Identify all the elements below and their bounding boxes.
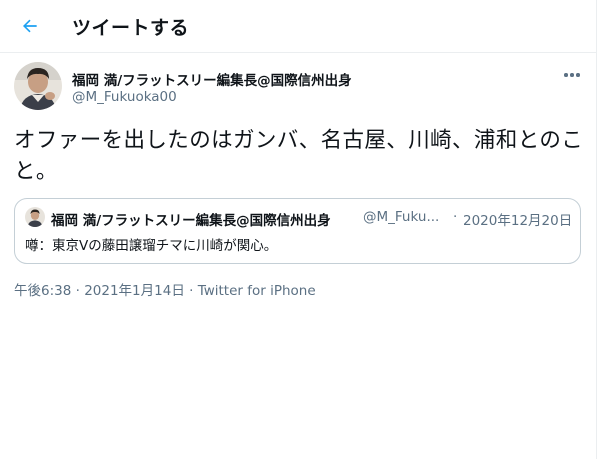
more-horizontal-icon: [564, 73, 568, 77]
tweet-time-link[interactable]: 午後6:38: [14, 283, 71, 299]
meta-separator: ·: [71, 283, 85, 299]
avatar-photo: [25, 207, 45, 227]
author-handle[interactable]: @M_Fukuoka00: [72, 89, 177, 105]
more-horizontal-icon-dot: [570, 73, 574, 77]
more-options-button[interactable]: [561, 66, 583, 84]
quote-separator: ·: [453, 209, 458, 225]
tweet-source-link[interactable]: Twitter for iPhone: [198, 283, 316, 299]
quote-date[interactable]: 2020年12月20日: [463, 209, 572, 229]
page-title: ツイートする: [72, 17, 190, 39]
back-button[interactable]: [14, 10, 46, 42]
author-avatar[interactable]: [14, 62, 62, 110]
more-horizontal-icon-dot: [576, 73, 580, 77]
meta-separator: ·: [184, 283, 198, 299]
quoted-tweet[interactable]: 福岡 満/フラットスリー編集長@国際信州出身 @M_Fuku... · 2020…: [14, 198, 581, 264]
author-name[interactable]: 福岡 満/フラットスリー編集長@国際信州出身: [72, 69, 352, 89]
tweet-detail-panel: ツイートする 福岡 満/フラットスリー編集長@国際信州出身 @M_Fukuoka…: [0, 0, 597, 459]
header: ツイートする: [0, 0, 597, 53]
quote-author-avatar: [25, 207, 45, 227]
tweet-meta: 午後6:38 · 2021年1月14日 · Twitter for iPhone: [14, 279, 316, 299]
arrow-left-icon: [23, 19, 37, 33]
quote-author-name: 福岡 満/フラットスリー編集長@国際信州出身: [51, 213, 331, 229]
tweet-date-link[interactable]: 2021年1月14日: [84, 283, 185, 299]
tweet-text: オファーを出したのはガンバ、名古屋、川崎、浦和とのこと。: [14, 128, 584, 184]
quote-author-handle: @M_Fuku...: [363, 209, 440, 225]
quote-text: 噂：東京Vの藤田譲瑠チマに川崎が関心。: [25, 238, 278, 254]
avatar-photo: [14, 62, 62, 110]
